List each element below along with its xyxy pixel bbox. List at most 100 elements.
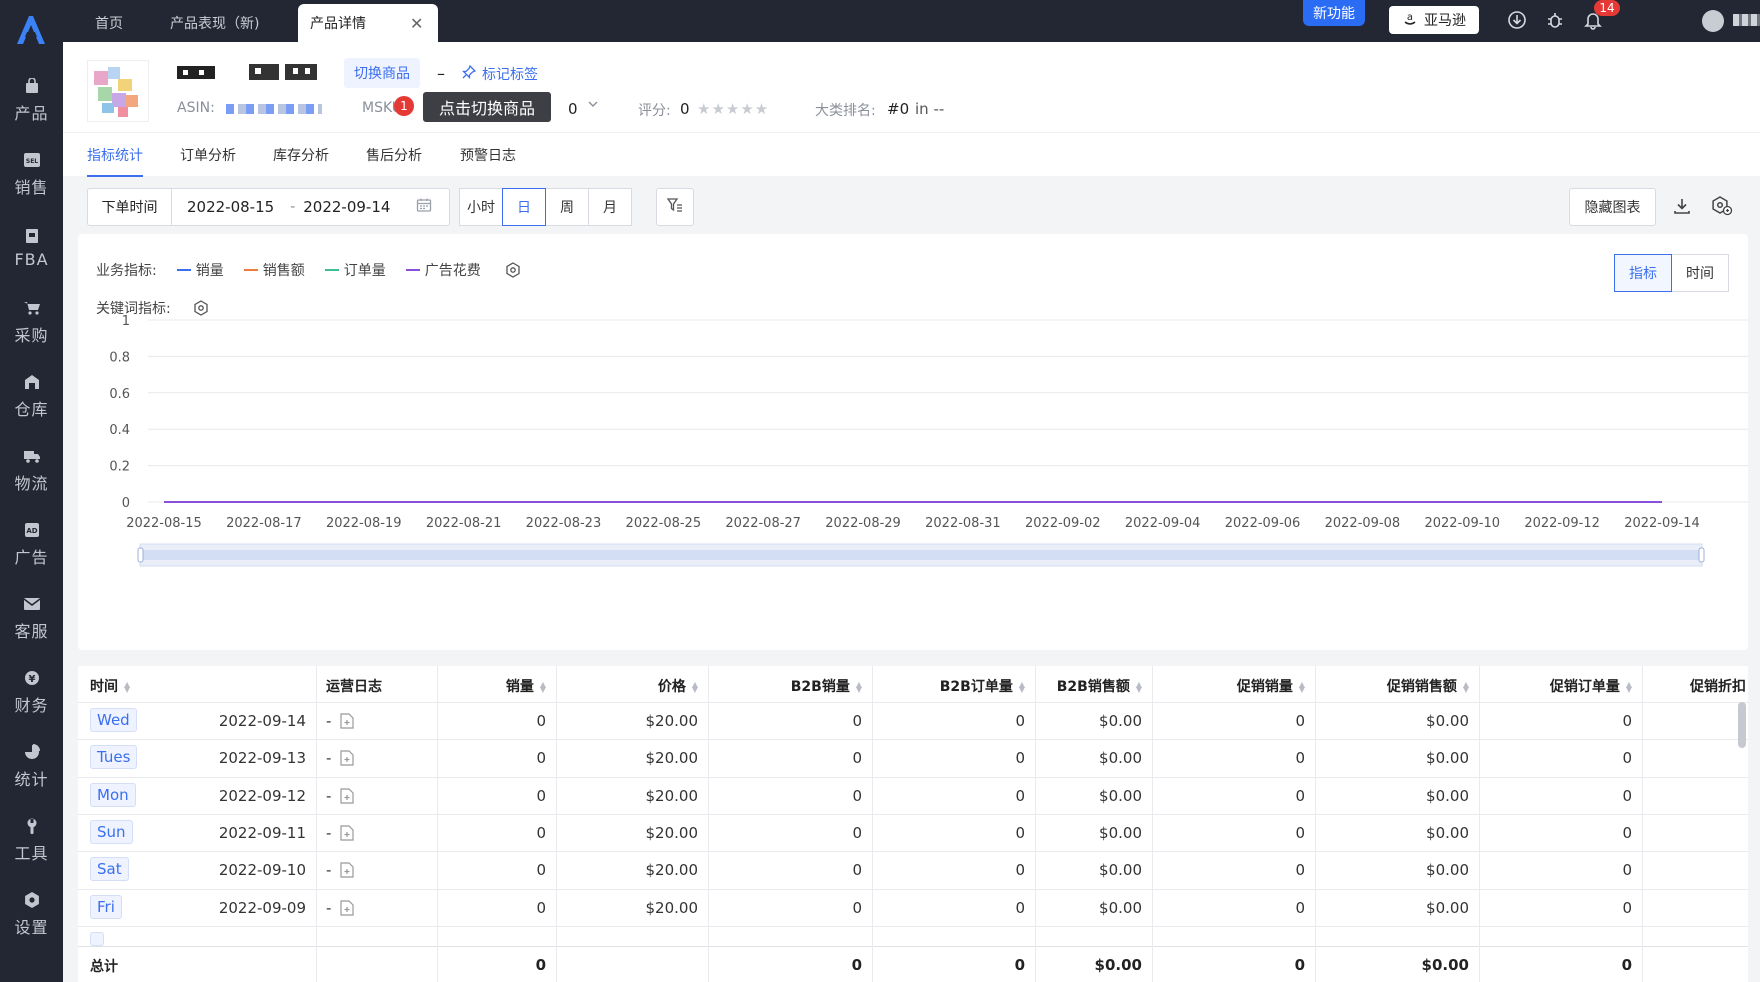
col-header-b2b-orders[interactable]: B2B订单量 ▲ ▼ (940, 676, 1025, 696)
sort-icon[interactable]: ▲ ▼ (856, 681, 862, 694)
username-blurred[interactable] (1733, 14, 1760, 26)
column-divider (437, 666, 438, 982)
col-header-ops-log[interactable]: 运营日志 (326, 676, 382, 696)
granularity-week[interactable]: 周 (545, 188, 589, 226)
sidebar-item-label: 采购 (14, 325, 49, 345)
col-header-label: 时间 (90, 679, 118, 695)
col-header-promo-orders[interactable]: 促销订单量 ▲ ▼ (1550, 676, 1632, 696)
tab-order-analysis[interactable]: 订单分析 (180, 133, 236, 177)
tab-home[interactable]: 首页 (83, 4, 135, 42)
new-feature-badge[interactable]: 新功能 (1303, 0, 1365, 26)
mark-tag-link[interactable]: 标记标签 (461, 64, 538, 84)
start-date-input[interactable]: 2022-08-15 (187, 198, 274, 216)
sort-icon[interactable]: ▲ ▼ (1463, 681, 1469, 694)
legend-item-ad-spend[interactable]: 广告花费 (405, 260, 481, 280)
x-tick-label: 2022-08-29 (825, 516, 901, 531)
sidebar-item-tools[interactable]: 工具 (0, 808, 63, 872)
cell-qty: 0 (536, 749, 546, 768)
sidebar-item-settings[interactable]: 设置 (0, 882, 63, 946)
app-logo[interactable] (13, 12, 49, 48)
col-header-promo-amount[interactable]: 促销销售额 ▲ ▼ (1387, 676, 1469, 696)
tab-product-performance[interactable]: 产品表现（新) (158, 4, 271, 42)
sidebar-item-sales[interactable]: SEL 销售 (0, 142, 63, 206)
add-log-icon[interactable] (340, 787, 354, 808)
sidebar-item-warehouse[interactable]: 仓库 (0, 364, 63, 428)
hide-chart-button[interactable]: 隐藏图表 (1569, 188, 1656, 226)
sort-icon[interactable]: ▲ ▼ (1299, 681, 1305, 694)
col-header-b2b-amount[interactable]: B2B销售额 ▲ ▼ (1057, 676, 1142, 696)
mode-time-button[interactable]: 时间 (1671, 254, 1729, 292)
cell-promo-amt: $0.00 (1426, 898, 1469, 917)
cell-promo-orders: 0 (1622, 712, 1632, 730)
granularity-hour[interactable]: 小时 (459, 188, 503, 226)
sidebar-item-service[interactable]: 客服 (0, 586, 63, 650)
sidebar-item-finance[interactable]: ¥ 财务 (0, 660, 63, 724)
sidebar-item-stats[interactable]: 统计 (0, 734, 63, 798)
col-header-time[interactable]: 时间 ▲ ▼ (90, 676, 130, 696)
col-header-promo-discount[interactable]: 促销折扣 (1690, 676, 1746, 696)
sort-icon[interactable]: ▲ ▼ (1136, 681, 1142, 694)
cell-price: $20.00 (645, 898, 699, 917)
sidebar-item-product[interactable]: 产品 (0, 68, 63, 132)
add-log-icon[interactable] (340, 862, 354, 882)
tab-alert-log[interactable]: 预警日志 (460, 133, 516, 177)
column-divider (1642, 946, 1643, 982)
col-header-label: 促销销量 (1236, 679, 1293, 695)
date-cell: 2022-09-09 (218, 898, 306, 917)
tab-label: 首页 (95, 16, 123, 32)
bug-icon[interactable] (1543, 8, 1567, 32)
metric-settings-icon[interactable] (505, 262, 521, 278)
calendar-icon[interactable] (416, 197, 432, 217)
granularity-month[interactable]: 月 (588, 188, 632, 226)
end-date-input[interactable]: 2022-09-14 (303, 198, 390, 216)
sort-icon[interactable]: ▲ ▼ (692, 681, 698, 694)
tab-after-sales-analysis[interactable]: 售后分析 (366, 133, 422, 177)
sidebar-item-label: 工具 (14, 843, 49, 863)
col-header-price[interactable]: 价格 ▲ ▼ (658, 676, 698, 696)
download-circle-icon[interactable] (1505, 8, 1529, 32)
asin-value-blurred[interactable] (226, 104, 322, 114)
legend-item-orders[interactable]: 订单量 (324, 260, 386, 280)
legend-item-sales-qty[interactable]: 销量 (176, 260, 224, 280)
granularity-day[interactable]: 日 (502, 188, 546, 226)
sidebar-item-ads[interactable]: AD 广告 (0, 512, 63, 576)
add-log-icon[interactable] (340, 713, 354, 733)
chevron-down-icon[interactable] (587, 98, 599, 114)
sort-icon[interactable]: ▲ ▼ (1626, 681, 1632, 694)
marketplace-button[interactable]: a 亚马逊 (1389, 6, 1479, 34)
col-header-qty[interactable]: 销量 ▲ ▼ (506, 676, 546, 696)
add-log-icon[interactable] (340, 825, 354, 845)
filter-settings-button[interactable] (656, 188, 694, 226)
sort-icon[interactable]: ▲ ▼ (1019, 681, 1025, 694)
tab-metrics[interactable]: 指标统计 (87, 133, 143, 177)
col-header-b2b-qty[interactable]: B2B销量 ▲ ▼ (791, 676, 862, 696)
tab-inventory-analysis[interactable]: 库存分析 (273, 133, 329, 177)
y-tick-label: 0.4 (109, 423, 130, 438)
sidebar-item-purchase[interactable]: 采购 (0, 290, 63, 354)
date-separator: - (290, 199, 296, 215)
product-thumbnail[interactable] (87, 60, 149, 122)
cell-b2b-qty: 0 (852, 898, 862, 917)
sort-icon[interactable]: ▲ ▼ (540, 681, 546, 694)
close-icon[interactable]: ✕ (410, 14, 423, 33)
total-b2b-orders: 0 (1014, 956, 1025, 974)
x-tick-label: 2022-09-06 (1225, 516, 1301, 531)
add-log-icon[interactable] (340, 899, 354, 920)
switch-product-button[interactable]: 切换商品 (344, 58, 420, 88)
sort-icon[interactable]: ▲ ▼ (124, 681, 130, 694)
bag-icon (22, 77, 42, 95)
settings-export-icon[interactable] (1711, 196, 1733, 220)
tab-label: 产品表现（新) (170, 16, 260, 32)
table-scrollbar[interactable] (1738, 702, 1746, 748)
column-divider (1035, 666, 1036, 982)
col-header-promo-qty[interactable]: 促销销量 ▲ ▼ (1237, 676, 1305, 696)
legend-item-sales-amount[interactable]: 销售额 (243, 260, 305, 280)
download-icon[interactable] (1672, 196, 1692, 220)
add-log-icon[interactable] (340, 750, 354, 770)
date-type-select[interactable]: 下单时间 (88, 189, 172, 225)
sidebar-item-logistics[interactable]: 物流 (0, 438, 63, 502)
sidebar-item-fba[interactable]: FBA (0, 216, 63, 280)
mode-metric-button[interactable]: 指标 (1614, 254, 1672, 292)
tab-product-detail[interactable]: 产品详情 ✕ (298, 4, 438, 42)
avatar[interactable] (1702, 10, 1724, 32)
